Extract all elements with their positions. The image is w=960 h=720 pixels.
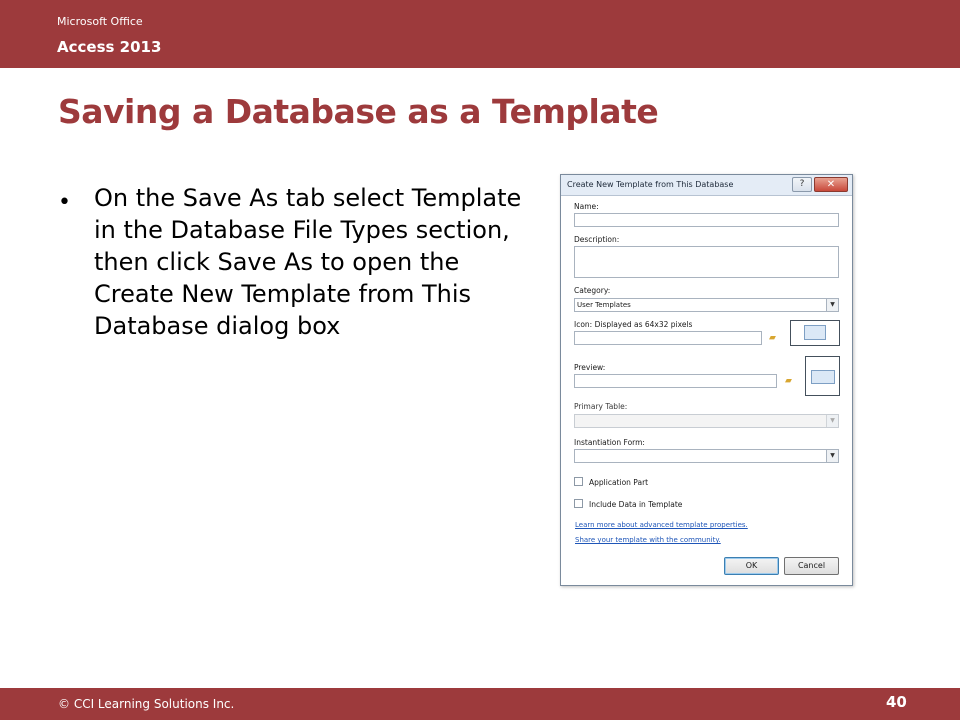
slide-title: Saving a Database as a Template [58, 92, 659, 131]
footer-bar: © CCI Learning Solutions Inc. 40 [0, 688, 960, 720]
brand-line2: Access 2013 [57, 38, 162, 56]
help-icon[interactable]: ? [792, 177, 812, 192]
category-select[interactable]: User Templates ▼ [574, 298, 839, 312]
dialog-titlebar: Create New Template from This Database ?… [561, 175, 852, 196]
header-bar: Microsoft Office Access 2013 [0, 0, 960, 68]
application-part-label: Application Part [589, 478, 649, 487]
description-field[interactable] [574, 246, 839, 278]
preview-label: Preview: [574, 363, 606, 372]
icon-thumbnail-image [804, 325, 826, 340]
page-number: 40 [886, 693, 907, 711]
preview-thumbnail [805, 356, 840, 396]
instantiation-form-label: Instantiation Form: [574, 438, 645, 447]
icon-path-field[interactable] [574, 331, 762, 345]
category-label: Category: [574, 286, 611, 295]
include-data-checkbox[interactable] [574, 499, 583, 508]
chevron-down-icon: ▼ [826, 415, 838, 427]
bullet-text: On the Save As tab select Template in th… [94, 184, 522, 340]
preview-thumbnail-image [811, 370, 835, 384]
folder-icon[interactable]: ▰ [785, 376, 792, 386]
primary-table-select: ▼ [574, 414, 839, 428]
application-part-checkbox[interactable] [574, 477, 583, 486]
close-icon[interactable]: ✕ [814, 177, 848, 192]
chevron-down-icon[interactable]: ▼ [826, 299, 838, 311]
cancel-button[interactable]: Cancel [784, 557, 839, 575]
dialog-title: Create New Template from This Database [567, 180, 734, 189]
description-label: Description: [574, 235, 620, 244]
brand-line1: Microsoft Office [57, 15, 143, 28]
bullet-marker: • [58, 190, 71, 215]
ok-button[interactable]: OK [724, 557, 779, 575]
create-template-dialog: Create New Template from This Database ?… [560, 174, 853, 586]
preview-path-field[interactable] [574, 374, 777, 388]
icon-preview-thumbnail [790, 320, 840, 346]
primary-table-label: Primary Table: [574, 402, 628, 411]
name-label: Name: [574, 202, 599, 211]
advanced-properties-link[interactable]: Learn more about advanced template prope… [575, 521, 748, 529]
chevron-down-icon[interactable]: ▼ [826, 450, 838, 462]
footer-copyright: © CCI Learning Solutions Inc. [58, 697, 235, 711]
category-value: User Templates [577, 301, 631, 309]
folder-icon[interactable]: ▰ [769, 333, 776, 343]
name-field[interactable] [574, 213, 839, 227]
share-template-link[interactable]: Share your template with the community. [575, 536, 721, 544]
icon-label: Icon: Displayed as 64x32 pixels [574, 320, 693, 329]
instantiation-form-select[interactable]: ▼ [574, 449, 839, 463]
include-data-label: Include Data in Template [589, 500, 683, 509]
